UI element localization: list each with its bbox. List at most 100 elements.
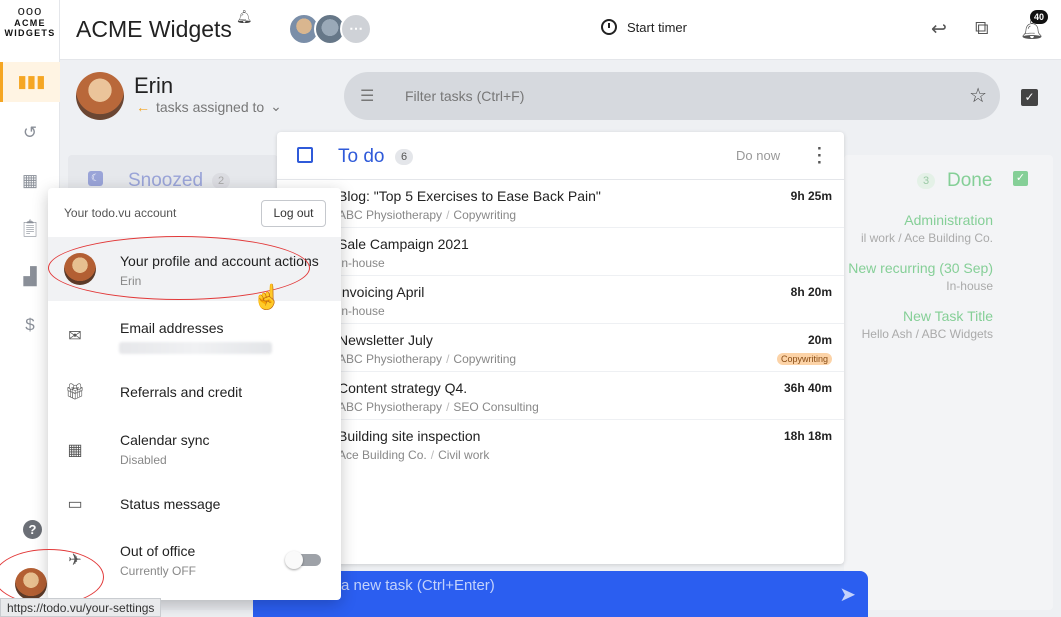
bookmarks-icon[interactable]: ⧉ xyxy=(975,18,989,40)
board-icon[interactable]: ▮▮▮ xyxy=(0,62,60,102)
task-time: 18h 18m xyxy=(783,429,832,443)
task-row[interactable]: Sale Campaign 2021 In-house xyxy=(277,228,844,276)
new-task-bar[interactable]: a new task (Ctrl+Enter) ➤ xyxy=(253,571,868,617)
task-tag[interactable]: Copywriting xyxy=(776,353,832,365)
task-meta: ABC Physiotherapy / SEO Consulting xyxy=(338,400,539,414)
task-project: SEO Consulting xyxy=(453,400,539,414)
filter-icon: ☰ xyxy=(360,88,375,105)
acme-logo[interactable]: ooo ACME WIDGETS xyxy=(0,3,60,39)
task-title: Blog: "Top 5 Exercises to Ease Back Pain… xyxy=(338,188,601,204)
arrow-left-icon: ← xyxy=(136,98,150,115)
menu-item-title: Status message xyxy=(120,496,221,512)
column-menu-icon[interactable]: · · · xyxy=(817,140,823,171)
more-team-button[interactable]: ⋯ xyxy=(340,13,372,45)
todo-column: To do 6 Do now · · · Blog: "Top 5 Exercise… xyxy=(277,132,844,564)
do-now-button[interactable]: Do now xyxy=(736,148,780,163)
task-time: 9h 25m xyxy=(790,189,832,203)
done-item[interactable]: New recurring (30 Sep) In-house xyxy=(848,260,993,293)
todo-count: 6 xyxy=(395,149,414,165)
done-check-icon: ✓ xyxy=(1013,171,1028,186)
menu-item-profile[interactable]: Your profile and account actions Erin xyxy=(48,237,341,301)
new-task-input[interactable]: a new task (Ctrl+Enter) xyxy=(341,577,495,594)
separator: / xyxy=(446,400,450,414)
done-item[interactable]: New Task Title Hello Ash / ABC Widgets xyxy=(862,308,993,341)
task-row[interactable]: Content strategy Q4. ABC Physiotherapy / S… xyxy=(277,372,844,420)
message-icon: ▭ xyxy=(67,496,83,513)
bell-small-icon[interactable]: 🔔︎ xyxy=(236,9,253,25)
done-item-sub: In-house xyxy=(946,279,993,293)
redacted-email xyxy=(119,342,272,354)
task-title: Newsletter July xyxy=(338,332,433,348)
menu-item-title: Referrals and credit xyxy=(120,384,243,400)
header-avatar xyxy=(76,72,124,120)
star-icon[interactable]: ☆ xyxy=(969,83,987,108)
airplane-icon: ✈ xyxy=(68,552,82,569)
task-client: ABC Physiotherapy xyxy=(338,208,443,222)
task-meta: ABC Physiotherapy / Copywriting xyxy=(338,352,516,366)
filter-input[interactable]: Filter tasks (Ctrl+F) xyxy=(405,88,524,104)
menu-item-email[interactable]: ✉ Email addresses xyxy=(48,304,341,368)
out-of-office-toggle[interactable] xyxy=(285,551,321,569)
done-item-title: Administration xyxy=(904,212,993,228)
assign-label: tasks assigned to xyxy=(156,98,265,115)
task-meta: In-house xyxy=(338,256,385,270)
task-time: 20m xyxy=(807,333,832,347)
logo-mark: ooo xyxy=(17,3,43,18)
task-title: Building site inspection xyxy=(338,428,481,444)
task-time: 8h 20m xyxy=(790,285,832,299)
todo-checkbox-icon[interactable] xyxy=(297,147,313,163)
menu-item-sub: Currently OFF xyxy=(120,564,197,578)
notifications-badge: 40 xyxy=(1030,10,1049,24)
task-title: Sale Campaign 2021 xyxy=(338,236,469,252)
assign-dropdown[interactable]: ← tasks assigned to ⌄ xyxy=(136,98,282,115)
task-time: 36h 40m xyxy=(783,381,832,395)
todo-title: To do xyxy=(338,146,385,167)
help-icon[interactable]: ? xyxy=(23,520,42,539)
hand-cursor-icon: ☝ xyxy=(252,284,282,311)
mail-icon: ✉ xyxy=(68,328,82,345)
send-icon[interactable]: ➤ xyxy=(839,582,856,607)
menu-item-title: Calendar sync xyxy=(120,432,210,448)
task-row[interactable]: Newsletter July ABC Physiotherapy / Copywr… xyxy=(277,324,844,372)
account-menu: Your todo.vu account Log out Your profil… xyxy=(48,188,341,600)
top-bar: ACME Widgets 🔔︎ ⋯ Start timer ↩ ⧉ 🔔︎ 40 xyxy=(60,0,1061,60)
task-row[interactable]: Building site inspection Ace Building Co… xyxy=(277,420,844,468)
done-item[interactable]: Administration il work / Ace Building Co… xyxy=(861,212,993,245)
task-client: In-house xyxy=(338,304,385,318)
account-heading: Your todo.vu account xyxy=(64,206,177,220)
task-row[interactable]: Invoicing April In-house 8h 20m xyxy=(277,276,844,324)
task-meta: In-house xyxy=(338,304,385,318)
todo-header: To do 6 Do now · · · xyxy=(277,132,844,180)
history-icon[interactable]: ↺ xyxy=(0,113,60,153)
task-client: Ace Building Co. xyxy=(338,448,427,462)
return-icon[interactable]: ↩ xyxy=(931,18,947,41)
start-timer-button[interactable]: Start timer xyxy=(601,19,687,35)
app-title: ACME Widgets xyxy=(76,16,232,42)
header-user-name: Erin xyxy=(134,73,174,98)
logo-line2: WIDGETS xyxy=(4,28,56,38)
separator: / xyxy=(430,448,435,462)
task-title: Content strategy Q4. xyxy=(338,380,468,396)
done-count: 3 xyxy=(917,173,936,189)
logo-line1: ACME xyxy=(14,18,46,28)
snoozed-count: 2 xyxy=(212,173,231,189)
task-row[interactable]: Blog: "Top 5 Exercises to Ease Back Pain… xyxy=(277,180,844,228)
status-url: https://todo.vu/your-settings xyxy=(0,598,162,617)
done-toggle-checkbox[interactable]: ✓ xyxy=(1021,89,1038,106)
separator: / xyxy=(446,208,450,222)
task-client: In-house xyxy=(338,256,385,270)
timer-label: Start timer xyxy=(627,19,687,35)
menu-item-referrals[interactable]: 🎁︎ Referrals and credit xyxy=(48,360,341,424)
task-project: Copywriting xyxy=(453,208,517,222)
task-meta: Ace Building Co. / Civil work xyxy=(338,448,489,462)
user-avatar-button[interactable] xyxy=(15,568,47,600)
task-client: ABC Physiotherapy xyxy=(338,400,443,414)
logout-button[interactable]: Log out xyxy=(261,200,326,227)
menu-item-status[interactable]: ▭ Status message xyxy=(48,472,341,536)
team-avatars[interactable]: ⋯ xyxy=(288,13,372,45)
done-item-sub: Hello Ash / ABC Widgets xyxy=(861,327,993,341)
menu-item-title: Email addresses xyxy=(120,320,224,336)
done-title: Done xyxy=(947,170,993,191)
filter-bar[interactable]: ☰ Filter tasks (Ctrl+F) ☆ xyxy=(344,72,1000,120)
separator: / xyxy=(446,352,450,366)
